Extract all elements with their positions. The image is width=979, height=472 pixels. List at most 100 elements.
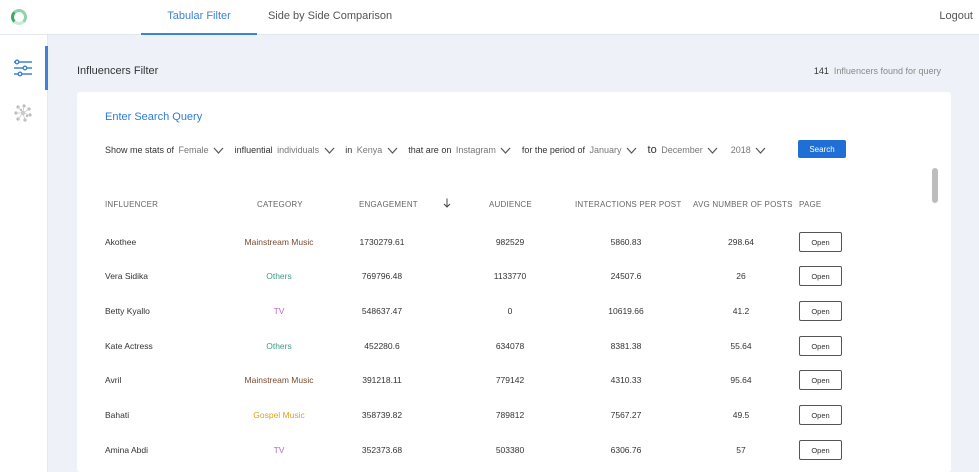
chevron-down-icon[interactable] xyxy=(707,147,718,154)
avg-posts-value: 95.64 xyxy=(730,375,752,385)
tab-tabular-filter[interactable]: Tabular Filter xyxy=(141,0,257,35)
open-page-button[interactable]: Open xyxy=(799,336,842,356)
chevron-down-icon[interactable] xyxy=(213,147,224,154)
filter-gender-prefix: Show me stats of xyxy=(105,145,175,155)
filter-sliders-icon[interactable] xyxy=(12,58,34,78)
audience-value: 0 xyxy=(507,306,513,316)
audience-value: 634078 xyxy=(495,341,525,351)
influencer-category: TV xyxy=(273,306,285,316)
audience-value: 789812 xyxy=(495,410,525,420)
influencer-name: Bahati xyxy=(105,410,130,420)
influencer-name: Vera Sidika xyxy=(105,271,148,281)
header-influencer[interactable]: INFLUENCER xyxy=(105,200,158,209)
filter-platform-prefix: that are on xyxy=(408,145,452,155)
avg-posts-value: 49.5 xyxy=(732,410,750,420)
table-row: Avril Mainstream Music 391218.11 779142 … xyxy=(77,370,951,390)
influencer-name: Akothee xyxy=(105,237,137,247)
chevron-down-icon[interactable] xyxy=(755,147,766,154)
filter-country-prefix: in xyxy=(345,145,353,155)
engagement-value: 352373.68 xyxy=(361,445,403,455)
table-row: Amina Abdi TV 352373.68 503380 6306.76 5… xyxy=(77,440,951,460)
interactions-value: 6306.76 xyxy=(610,445,642,455)
table-row: Vera Sidika Others 769796.48 1133770 245… xyxy=(77,266,951,286)
engagement-value: 391218.11 xyxy=(362,375,402,385)
engagement-value: 548637.47 xyxy=(361,306,403,316)
sort-arrow-down-icon[interactable] xyxy=(443,198,451,208)
avg-posts-value: 41.2 xyxy=(732,306,750,316)
avg-posts-value: 55.64 xyxy=(730,341,752,351)
avg-posts-value: 298.64 xyxy=(728,237,754,247)
interactions-value: 24507.6 xyxy=(610,271,642,281)
interactions-value: 4310.33 xyxy=(610,375,642,385)
interactions-value: 10619.66 xyxy=(608,306,644,316)
influencer-category: Others xyxy=(266,341,292,351)
scrollbar-thumb[interactable] xyxy=(932,168,938,203)
audience-value: 779142 xyxy=(495,375,525,385)
open-page-button[interactable]: Open xyxy=(799,266,842,286)
header-category[interactable]: CATEGORY xyxy=(257,200,303,209)
open-page-button[interactable]: Open xyxy=(799,440,842,460)
sidebar-active-indicator xyxy=(45,46,48,90)
header-interactions-per-post[interactable]: INTERACTIONS PER POST xyxy=(575,200,681,209)
filter-period-prefix: for the period of xyxy=(521,145,585,155)
chevron-down-icon[interactable] xyxy=(500,147,511,154)
filter-to-prefix: to xyxy=(647,144,657,156)
audience-value: 982529 xyxy=(495,237,525,247)
audience-value: 1133770 xyxy=(493,271,527,281)
open-page-button[interactable]: Open xyxy=(799,232,842,252)
chevron-down-icon[interactable] xyxy=(387,147,398,154)
influencer-name: Avril xyxy=(105,375,122,385)
filter-country-select[interactable]: Kenya xyxy=(357,145,383,155)
filter-platform-select[interactable]: Instagram xyxy=(456,145,496,155)
table-row: Bahati Gospel Music 358739.82 789812 756… xyxy=(77,405,951,425)
query-card: Enter Search Query Show me stats of Fema… xyxy=(77,92,951,472)
page-title: Influencers Filter xyxy=(77,65,159,77)
query-filters: Show me stats of Female influential indi… xyxy=(105,144,774,158)
header-avg-number-of-posts[interactable]: AVG NUMBER OF POSTS xyxy=(693,200,793,209)
influencer-name: Betty Kyallo xyxy=(105,306,150,316)
header-engagement[interactable]: ENGAGEMENT xyxy=(359,200,418,209)
search-button[interactable]: Search xyxy=(798,140,846,158)
filter-start-month-select[interactable]: January xyxy=(589,145,621,155)
influencer-category: Mainstream Music xyxy=(244,375,314,385)
filter-year-select[interactable]: 2018 xyxy=(731,145,751,155)
open-page-button[interactable]: Open xyxy=(799,301,842,321)
results-count: 141 Influencers found for query xyxy=(814,66,941,76)
left-sidebar xyxy=(0,35,48,472)
interactions-value: 8381.38 xyxy=(610,341,642,351)
influencer-category: Mainstream Music xyxy=(244,237,314,247)
filter-gender-select[interactable]: Female xyxy=(179,145,209,155)
engagement-value: 452280.6 xyxy=(364,341,400,351)
engagement-value: 1730279.61 xyxy=(359,237,405,247)
avg-posts-value: 57 xyxy=(736,445,746,455)
tab-side-by-side-comparison[interactable]: Side by Side Comparison xyxy=(262,0,398,35)
interactions-value: 5860.83 xyxy=(610,237,642,247)
results-count-label: Influencers found for query xyxy=(833,66,941,76)
influencer-name: Kate Actress xyxy=(105,341,153,351)
influencer-category: TV xyxy=(273,445,285,455)
network-graph-icon[interactable] xyxy=(12,103,34,123)
logout-link[interactable]: Logout xyxy=(939,0,973,35)
search-query-title: Enter Search Query xyxy=(105,111,203,123)
table-row: Betty Kyallo TV 548637.47 0 10619.66 41.… xyxy=(77,301,951,321)
table-row: Akothee Mainstream Music 1730279.61 9825… xyxy=(77,232,951,252)
chevron-down-icon[interactable] xyxy=(324,147,335,154)
influencer-category: Others xyxy=(266,271,292,281)
header-audience[interactable]: AUDIENCE xyxy=(489,200,532,209)
audience-value: 503380 xyxy=(495,445,525,455)
open-page-button[interactable]: Open xyxy=(799,405,842,425)
filter-type-select[interactable]: individuals xyxy=(277,145,319,155)
engagement-value: 769796.48 xyxy=(361,271,403,281)
app-logo[interactable] xyxy=(11,9,27,25)
filter-end-month-select[interactable]: December xyxy=(661,145,703,155)
open-page-button[interactable]: Open xyxy=(799,370,842,390)
top-bar: Tabular Filter Side by Side Comparison L… xyxy=(0,0,979,35)
influencer-category: Gospel Music xyxy=(253,410,305,420)
header-page: PAGE xyxy=(799,200,822,209)
filter-type-prefix: influential xyxy=(234,145,273,155)
table-row: Kate Actress Others 452280.6 634078 8381… xyxy=(77,336,951,356)
influencer-name: Amina Abdi xyxy=(105,445,148,455)
interactions-value: 7567.27 xyxy=(610,410,642,420)
chevron-down-icon[interactable] xyxy=(626,147,637,154)
engagement-value: 358739.82 xyxy=(361,410,403,420)
